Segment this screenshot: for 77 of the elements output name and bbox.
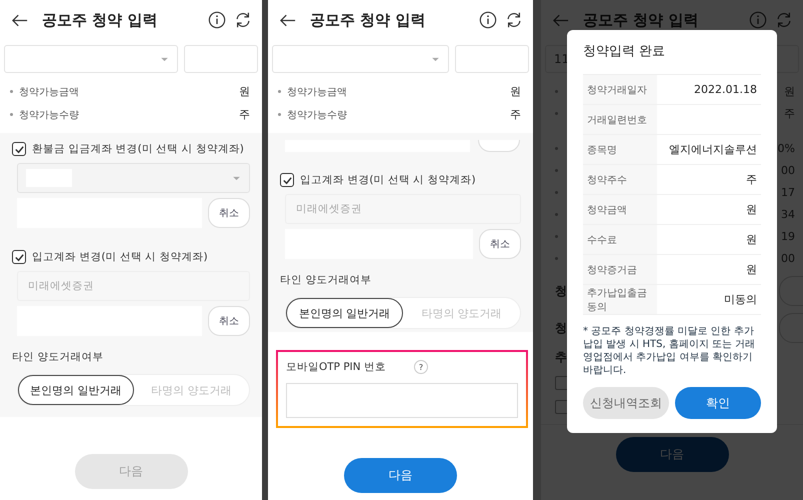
cancel-button[interactable] xyxy=(478,140,520,152)
password-field[interactable] xyxy=(455,45,529,73)
summary-label: 청약가능금액 xyxy=(287,86,348,98)
section-label: 타인 양도거래여부 xyxy=(280,273,372,287)
row-value: 00 xyxy=(781,252,795,264)
row-value: 0% xyxy=(778,142,795,154)
table-value-cell-text: 2022.01.18 xyxy=(693,82,758,98)
notice-text: * 공모주 청약경쟁률 미달로 인한 추가납입 발생 시 HTS, 홈페이지 또는 거래 영업점에서 추가납입 여부를 확인하기 바랍니다. xyxy=(583,325,756,377)
table-label-cell: 청약금액 xyxy=(583,195,657,224)
checkbox-label: 입고계좌 변경(미 선택 시 청약계좌) xyxy=(300,173,476,187)
dialog-title: 청약입력 완료 xyxy=(583,43,666,61)
next-button[interactable]: 다음 xyxy=(344,458,457,493)
cancel-button[interactable]: 취소 xyxy=(208,198,250,228)
info-icon[interactable] xyxy=(208,11,226,29)
table-value-cell-text: 원 xyxy=(745,202,758,218)
summary-value: 주 xyxy=(239,107,250,122)
checkbox[interactable] xyxy=(12,142,26,156)
table-label-cell: 종목명 xyxy=(583,135,657,164)
dropdown-caret-icon xyxy=(160,56,169,62)
bullet-dot xyxy=(278,113,281,116)
info-icon[interactable] xyxy=(479,11,497,29)
table-value-cell-text: 주 xyxy=(745,172,758,188)
checkbox[interactable] xyxy=(280,173,294,187)
row-value: 19 xyxy=(781,230,795,242)
summary-value: 원 xyxy=(510,84,521,99)
row-value: 17 xyxy=(781,186,795,198)
page-title: 공모주 청약 입력 xyxy=(583,10,700,30)
row-value: 원 xyxy=(784,84,795,98)
otp-input-field[interactable] xyxy=(286,383,518,418)
table-label-cell: 청약거래일자 xyxy=(583,75,657,104)
dropdown-caret-icon xyxy=(431,56,440,62)
summary-label: 청약가능수량 xyxy=(19,108,80,122)
help-button[interactable]: ? xyxy=(414,360,428,374)
cancel-button[interactable]: 취소 xyxy=(208,306,250,336)
dropdown-caret-icon xyxy=(232,176,241,180)
checkbox[interactable] xyxy=(12,250,26,264)
page-title: 공모주 청약 입력 xyxy=(310,10,426,30)
confirm-button[interactable]: 확인 xyxy=(675,387,761,419)
back-arrow-icon[interactable] xyxy=(280,14,296,26)
checkbox-label: 입고계좌 변경(미 선택 시 청약계좌) xyxy=(32,250,208,264)
account-dropdown[interactable] xyxy=(4,45,178,73)
segment-option[interactable]: 본인명의 일반거래 xyxy=(286,298,403,328)
checkbox-label: 환불금 입금계좌 변경(미 선택 시 청약계좌) xyxy=(32,142,244,156)
summary-value: 주 xyxy=(510,107,521,122)
bullet-dot xyxy=(10,113,13,116)
table-label-cell: 청약주수 xyxy=(583,165,657,194)
row-label: 추 xyxy=(555,349,567,366)
bullet-dot xyxy=(10,90,13,93)
row-label: 청 xyxy=(555,320,567,336)
back-arrow-icon[interactable] xyxy=(12,14,28,26)
summary-label: 청약가능금액 xyxy=(19,86,80,98)
refresh-icon[interactable] xyxy=(505,11,523,29)
row-value: 00 xyxy=(781,164,795,176)
account-dropdown[interactable] xyxy=(272,45,449,73)
table-label-cell: 청약증거금 xyxy=(583,255,657,284)
row-value: 주 xyxy=(784,106,795,120)
table-value-cell-text: 미동의 xyxy=(723,292,758,308)
table-value-cell-text: 원 xyxy=(745,262,758,278)
table-value-cell-text: 엘지에너지솔루션 xyxy=(668,142,758,158)
table-value-cell-text: 원 xyxy=(745,232,758,248)
table-label-cell: 추가납입출금 동의 xyxy=(583,285,657,314)
refresh-icon[interactable] xyxy=(234,11,252,29)
page-title: 공모주 청약 입력 xyxy=(42,10,158,30)
cancel-button[interactable]: 취소 xyxy=(479,229,521,259)
password-field[interactable] xyxy=(184,45,258,73)
summary-label: 청약가능수량 xyxy=(287,108,348,122)
table-label-cell: 수수료 xyxy=(583,225,657,254)
bullet-dot xyxy=(278,90,281,93)
segment-option[interactable]: 본인명의 일반거래 xyxy=(18,375,134,405)
section-label: 타인 양도거래여부 xyxy=(12,350,104,364)
row-label: 청 xyxy=(555,282,567,300)
bank-dropdown[interactable] xyxy=(17,163,250,193)
summary-value: 원 xyxy=(239,84,250,99)
table-label-cell: 거래일련번호 xyxy=(583,105,657,134)
history-button[interactable]: 신청내역조회 xyxy=(583,387,669,419)
row-value: 34 xyxy=(781,208,795,220)
field-label: 모바일OTP PIN 번호 xyxy=(286,360,386,374)
